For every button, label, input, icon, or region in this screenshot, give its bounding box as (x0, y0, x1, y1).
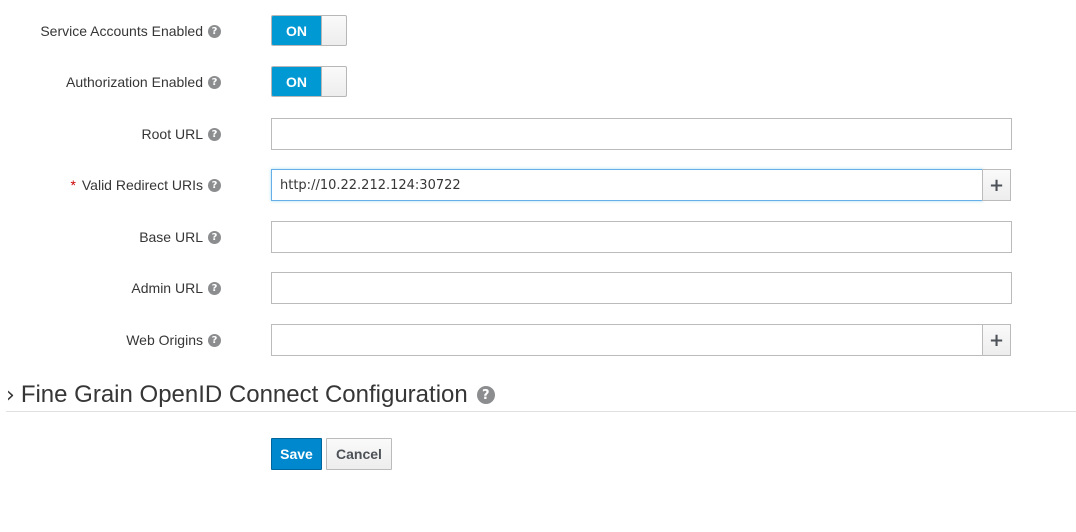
valid-redirect-uris-row: * Valid Redirect URIs ? + (0, 169, 1076, 201)
admin-url-row: Admin URL ? (0, 272, 1076, 304)
add-web-origin-button[interactable]: + (982, 324, 1011, 356)
toggle-on-label: ON (272, 67, 322, 96)
authorization-label-group: Authorization Enabled ? (66, 66, 221, 98)
authorization-row: Authorization Enabled ? ON (0, 66, 1076, 98)
section-title: Fine Grain OpenID Connect Configuration (20, 381, 468, 408)
admin-url-label: Admin URL (131, 280, 203, 296)
toggle-on-label: ON (272, 16, 322, 45)
root-url-label: Root URL (141, 126, 203, 142)
help-icon[interactable]: ? (208, 127, 221, 141)
service-accounts-row: Service Accounts Enabled ? ON (0, 15, 1076, 47)
valid-redirect-uris-input[interactable] (271, 169, 983, 201)
required-asterisk: * (70, 177, 76, 193)
admin-url-input[interactable] (271, 272, 1012, 304)
web-origins-label: Web Origins (126, 332, 203, 348)
authorization-toggle[interactable]: ON (271, 66, 347, 97)
help-icon[interactable]: ? (208, 230, 221, 244)
help-icon[interactable]: ? (208, 333, 221, 347)
base-url-row: Base URL ? (0, 221, 1076, 253)
cancel-button[interactable]: Cancel (326, 438, 392, 470)
root-url-input[interactable] (271, 118, 1012, 150)
section-divider (6, 411, 1076, 412)
chevron-right-icon: › (6, 382, 15, 408)
fine-grain-section-toggle[interactable]: › Fine Grain OpenID Connect Configuratio… (6, 378, 495, 412)
web-origins-label-group: Web Origins ? (126, 324, 221, 356)
service-accounts-label-group: Service Accounts Enabled ? (40, 15, 221, 47)
save-button[interactable]: Save (271, 438, 322, 470)
service-accounts-label: Service Accounts Enabled (40, 23, 203, 39)
help-icon[interactable]: ? (208, 75, 221, 89)
web-origins-row: Web Origins ? + (0, 324, 1076, 356)
add-redirect-uri-button[interactable]: + (982, 169, 1011, 201)
authorization-label: Authorization Enabled (66, 74, 203, 90)
help-icon[interactable]: ? (476, 386, 495, 404)
admin-url-label-group: Admin URL ? (131, 272, 221, 304)
root-url-label-group: Root URL ? (142, 118, 221, 150)
valid-redirect-uris-label: Valid Redirect URIs (81, 177, 203, 193)
base-url-label: Base URL (139, 229, 203, 245)
web-origins-input[interactable] (271, 324, 983, 356)
base-url-input[interactable] (271, 221, 1012, 253)
help-icon[interactable]: ? (208, 178, 221, 192)
base-url-label-group: Base URL ? (139, 221, 221, 253)
help-icon[interactable]: ? (208, 281, 221, 295)
help-icon[interactable]: ? (208, 24, 221, 38)
service-accounts-toggle[interactable]: ON (271, 15, 347, 46)
valid-redirect-uris-label-group: * Valid Redirect URIs ? (71, 169, 221, 201)
root-url-row: Root URL ? (0, 118, 1076, 150)
